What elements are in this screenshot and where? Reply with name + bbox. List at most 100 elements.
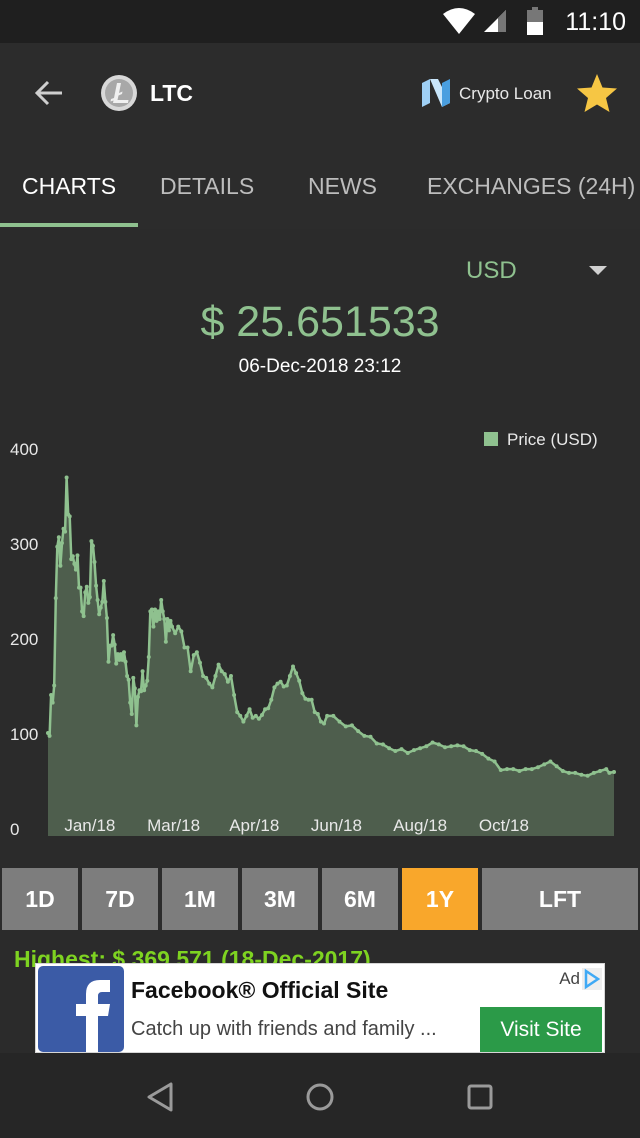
tab-details[interactable]: DETAILS (160, 173, 254, 200)
price-data-point (424, 744, 429, 749)
price-data-point (536, 765, 541, 770)
range-label: 1D (25, 885, 55, 912)
price-data-point (598, 769, 603, 773)
price-data-point (142, 688, 147, 693)
y-tick-label: 200 (10, 630, 38, 649)
coin-symbol: LTC (150, 80, 194, 106)
price-data-point (176, 624, 181, 629)
price-data-point (64, 475, 69, 480)
back-arrow-icon[interactable] (28, 72, 70, 114)
price-data-point (135, 694, 140, 699)
range-3m-button[interactable]: 3M (242, 868, 318, 930)
price-data-point (411, 748, 416, 753)
price-data-point (84, 584, 89, 589)
price-data-point (548, 759, 553, 764)
price-data-point (145, 678, 150, 683)
range-1m-button[interactable]: 1M (162, 868, 238, 930)
tab-charts[interactable]: CHARTS (22, 173, 116, 200)
visit-site-button[interactable]: Visit Site (480, 1007, 602, 1052)
price-data-point (337, 719, 342, 724)
price-data-point (560, 769, 565, 773)
range-lft-button[interactable]: LFT (482, 868, 638, 930)
price-data-point (188, 669, 193, 674)
price-data-point (52, 683, 57, 688)
price-data-point (284, 683, 289, 688)
price-data-point (343, 724, 348, 729)
price-data-point (78, 585, 83, 590)
chevron-down-icon[interactable] (589, 266, 607, 275)
price-chart[interactable]: 0 100 200 300 400 Jan/18 Mar/18 Apr/18 Jun/18 Au… (0, 400, 640, 850)
price-data-point (591, 770, 596, 775)
range-1d-button[interactable]: 1D (2, 868, 78, 930)
price-data-point (75, 553, 80, 558)
price-data-point (238, 713, 243, 718)
price-data-point (146, 655, 151, 659)
price-data-point (585, 773, 590, 778)
price-data-point (197, 660, 202, 665)
price-timestamp: 06-Dec-2018 23:12 (238, 356, 402, 377)
price-data-point (492, 759, 497, 764)
price-data-point (467, 748, 472, 753)
price-data-point (143, 683, 148, 688)
price-data-point (393, 749, 398, 754)
tab-exchanges[interactable]: EXCHANGES (24H) (427, 173, 635, 200)
price-data-point (111, 633, 116, 638)
time-range-selector: 1D 7D 1M 3M 6M 1Y LFT (0, 866, 640, 932)
price-data-point (103, 599, 108, 604)
price-data-point (94, 583, 99, 588)
back-triangle-icon[interactable] (140, 1077, 180, 1117)
range-6m-button[interactable]: 6M (322, 868, 398, 930)
price-data-point (157, 617, 162, 621)
price-data-point (315, 712, 320, 716)
status-bar: 11:10 (0, 0, 640, 43)
currency-selector[interactable]: USD (466, 257, 517, 285)
home-circle-icon[interactable] (300, 1077, 340, 1117)
price-data-point (121, 650, 126, 655)
price-data-point (269, 697, 274, 702)
price-data-point (228, 674, 233, 678)
range-7d-button[interactable]: 7D (82, 868, 158, 930)
price-data-point (160, 609, 165, 614)
price-data-point (430, 740, 435, 745)
y-tick-label: 300 (10, 535, 38, 554)
price-data-point (125, 674, 130, 678)
nexo-logo-icon[interactable] (420, 79, 452, 107)
price-data-point (173, 631, 178, 636)
price-data-point (461, 744, 466, 749)
price-data-point (573, 770, 578, 775)
price-data-point (112, 642, 117, 647)
price-data-point (97, 612, 102, 617)
ad-banner[interactable]: Facebook® Official Site Catch up with fr… (35, 963, 605, 1053)
range-label: 3M (264, 885, 296, 912)
price-data-point (131, 675, 136, 680)
ad-choices-badge[interactable]: Ad (559, 966, 602, 992)
price-data-point (297, 678, 302, 683)
price-data-point (83, 590, 88, 595)
price-data-point (473, 749, 478, 754)
price-data-point (50, 700, 55, 705)
tab-news[interactable]: NEWS (308, 173, 377, 200)
range-1y-button[interactable]: 1Y (402, 868, 478, 930)
price-data-point (253, 713, 258, 718)
star-icon[interactable] (576, 72, 618, 114)
price-data-point (554, 764, 559, 769)
recents-square-icon[interactable] (460, 1077, 500, 1117)
price-data-point (294, 671, 299, 676)
price-data-point (73, 567, 78, 572)
price-data-point (486, 756, 491, 761)
price-data-point (325, 713, 330, 718)
price-data-point (300, 691, 305, 696)
range-label: 1M (184, 885, 216, 912)
ad-title[interactable]: Facebook® Official Site (131, 977, 388, 1004)
price-data-point (179, 629, 184, 634)
price-data-point (58, 563, 63, 568)
price-data-point (90, 543, 95, 548)
price-data-point (114, 661, 119, 666)
status-time: 11:10 (565, 8, 626, 36)
x-tick-label: Mar/18 (147, 816, 200, 835)
price-data-point (170, 624, 175, 629)
price-data-point (436, 742, 441, 747)
tab-bar: CHARTS DETAILS NEWS EXCHANGES (24H) (0, 143, 640, 229)
price-data-point (505, 767, 510, 772)
crypto-loan-link[interactable]: Crypto Loan (459, 84, 552, 104)
